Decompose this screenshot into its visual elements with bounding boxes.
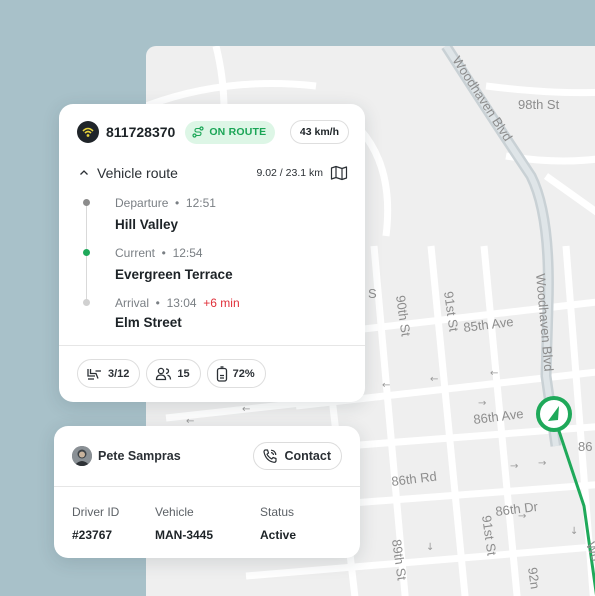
stop-arrival: Arrival • 13:04 +6 min Elm Street xyxy=(115,296,240,330)
driver-header: Pete Sampras Contact xyxy=(72,442,342,470)
stop-time: 12:51 xyxy=(185,196,216,210)
street-label: S xyxy=(368,286,377,301)
map-icon[interactable] xyxy=(330,165,348,181)
seats-stat: 3/12 xyxy=(77,359,141,388)
current-position-marker[interactable] xyxy=(536,396,572,432)
field-value: Active xyxy=(260,528,297,542)
svg-text:←: ← xyxy=(490,368,498,379)
vehicle-card: 811728370 ON ROUTE 43 km/h Vehicle route… xyxy=(59,104,365,402)
field-label: Vehicle xyxy=(155,505,194,519)
vehicle-id: 811728370 xyxy=(106,124,176,140)
driver-id-field: Driver ID #23767 xyxy=(72,505,119,542)
seats-value: 3/12 xyxy=(108,367,130,380)
street-label: Woodhaven Blvd xyxy=(449,53,515,143)
battery-stat: 72% xyxy=(206,359,266,388)
vehicle-header: 811728370 ON ROUTE 43 km/h xyxy=(77,120,349,144)
svg-text:←: ← xyxy=(382,380,390,391)
divider xyxy=(59,345,365,346)
svg-text:→: → xyxy=(538,458,546,469)
route-distance: 9.02 / 23.1 km xyxy=(256,167,323,179)
stop-label: Current xyxy=(115,246,156,260)
status-field: Status Active xyxy=(260,505,296,542)
stop-current: Current • 12:54 Evergreen Terrace xyxy=(115,246,233,282)
driver-name: Pete Sampras xyxy=(98,449,181,463)
street-label: 86th Rd xyxy=(391,469,438,489)
route-toggle[interactable]: Vehicle route 9.02 / 23.1 km xyxy=(79,164,348,182)
arrival-dot xyxy=(83,299,90,306)
driver-card: Pete Sampras Contact Driver ID #23767 Ve… xyxy=(54,426,360,558)
delay-badge: +6 min xyxy=(203,296,240,310)
svg-text:↓: ↓ xyxy=(426,542,434,553)
street-label: 91st St xyxy=(441,290,462,333)
contact-button[interactable]: Contact xyxy=(253,442,342,470)
stop-label: Arrival xyxy=(115,296,150,310)
passengers-icon xyxy=(156,367,172,380)
stop-label: Departure xyxy=(115,196,169,210)
signal-icon xyxy=(77,121,99,143)
route-icon xyxy=(192,126,204,138)
street-label: 89th St xyxy=(389,538,410,581)
chevron-up-icon[interactable] xyxy=(79,168,89,178)
vehicle-field: Vehicle MAN-3445 xyxy=(155,505,213,542)
stop-name: Hill Valley xyxy=(115,217,179,232)
vehicle-stats: 3/12 15 72% xyxy=(77,359,266,388)
contact-label: Contact xyxy=(284,449,331,463)
status-badge: ON ROUTE xyxy=(185,120,276,144)
street-label: 86th Dr xyxy=(495,499,540,519)
svg-text:←: ← xyxy=(430,374,438,385)
stop-departure: Departure • 12:51 Hill Valley xyxy=(115,196,216,232)
departure-dot xyxy=(83,199,90,206)
street-label: 86th Ave xyxy=(473,406,525,427)
divider xyxy=(54,486,360,487)
stop-time: 12:54 xyxy=(172,246,203,260)
current-dot xyxy=(83,249,90,256)
field-value: MAN-3445 xyxy=(155,528,214,542)
svg-text:→: → xyxy=(510,461,518,472)
svg-text:→: → xyxy=(478,398,486,409)
speed-badge: 43 km/h xyxy=(289,120,349,144)
street-label: Wo xyxy=(583,540,595,563)
status-label: ON ROUTE xyxy=(209,126,267,138)
field-label: Driver ID xyxy=(72,505,120,519)
stop-time: 13:04 xyxy=(166,296,197,310)
seats-icon xyxy=(87,368,101,380)
battery-value: 72% xyxy=(232,367,255,380)
battery-icon xyxy=(216,365,227,382)
stop-name: Evergreen Terrace xyxy=(115,267,233,282)
street-label: 86 xyxy=(578,439,592,454)
passengers-stat: 15 xyxy=(146,359,201,388)
stop-name: Elm Street xyxy=(115,315,182,330)
street-label: 98th St xyxy=(518,97,560,112)
field-label: Status xyxy=(260,505,295,519)
svg-text:↓: ↓ xyxy=(570,526,578,537)
phone-icon xyxy=(263,449,278,463)
svg-text:←: ← xyxy=(242,404,250,415)
avatar xyxy=(72,446,92,466)
field-value: #23767 xyxy=(72,528,113,542)
street-label: 91st St xyxy=(479,514,500,557)
street-label: 90th St xyxy=(393,294,414,337)
passengers-value: 15 xyxy=(177,367,190,380)
route-title: Vehicle route xyxy=(97,165,178,181)
street-label: 92n xyxy=(525,566,543,590)
